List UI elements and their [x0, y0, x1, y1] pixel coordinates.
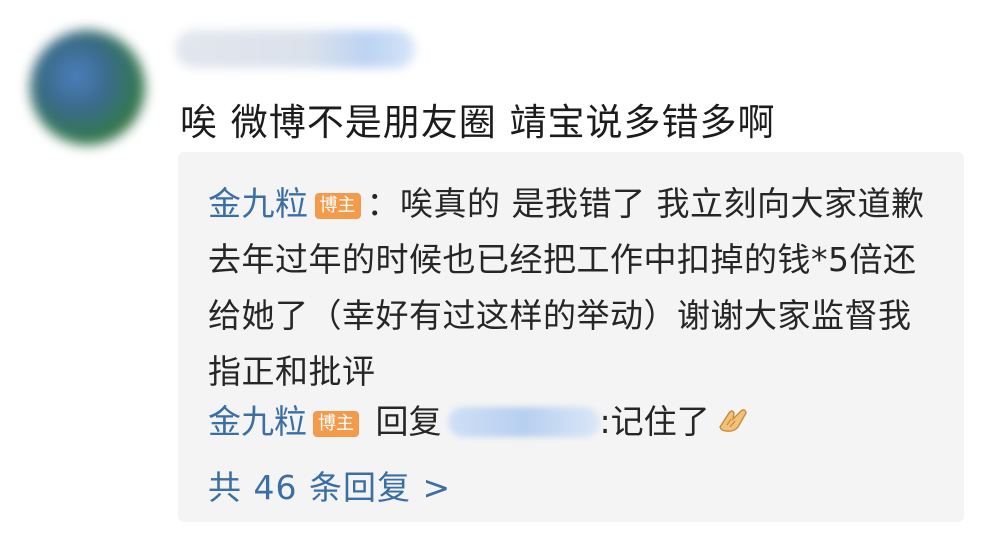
reply-verb: 回复: [375, 402, 442, 441]
reply-thread: 金九粒 博主 ：唉真的 是我错了 我立刻向大家道歉 去年过年的时候也已经把工作中扣掉…: [178, 152, 964, 522]
mentioned-user-blurred[interactable]: [447, 407, 600, 437]
blogger-badge: 博主: [314, 193, 361, 219]
pray-hands-emoji-icon: [716, 396, 750, 452]
commenter-username-blurred[interactable]: [175, 30, 415, 68]
commenter-avatar[interactable]: [30, 30, 145, 145]
reply-author-link[interactable]: 金九粒: [208, 402, 307, 441]
comment-text: 唉 微博不是朋友圈 靖宝说多错多啊: [180, 101, 776, 144]
reply-author-link[interactable]: 金九粒: [208, 184, 309, 223]
reply-text: :记住了: [599, 402, 710, 441]
view-all-replies-link[interactable]: 共 46 条回复 >: [208, 460, 451, 516]
blogger-badge: 博主: [313, 411, 359, 437]
reply-item: 金九粒 博主 ：唉真的 是我错了 我立刻向大家道歉 去年过年的时候也已经把工作中扣掉…: [208, 176, 948, 400]
reply-item: 金九粒 博主 回复 :记住了: [208, 394, 750, 452]
